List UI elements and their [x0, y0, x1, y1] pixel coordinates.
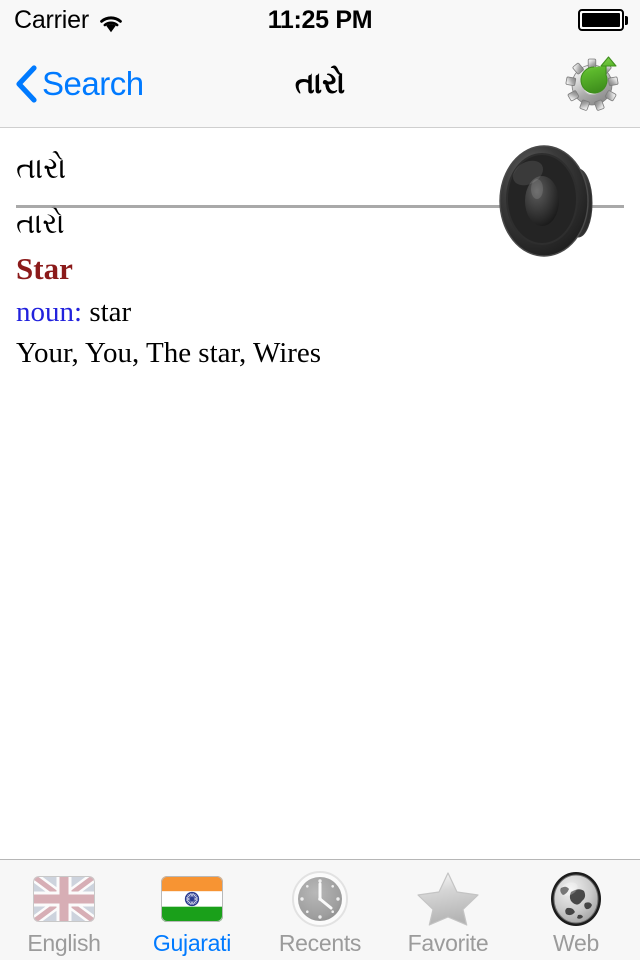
entry-gloss: star — [89, 296, 132, 329]
globe-icon — [543, 870, 609, 928]
tab-web-label: Web — [553, 929, 599, 956]
tab-english[interactable]: English — [0, 860, 128, 960]
tab-recents[interactable]: Recents — [256, 860, 384, 960]
clock-icon — [287, 870, 353, 928]
definition-content: તારો તારો Star noun: star Your, You, The… — [0, 129, 640, 859]
entry-part-of-speech-line: noun: star — [16, 293, 624, 332]
tab-favorite-label: Favorite — [407, 929, 489, 956]
speaker-icon[interactable] — [492, 141, 602, 261]
navigation-bar: Search તારો — [0, 40, 640, 128]
tab-web[interactable]: Web — [512, 860, 640, 960]
tab-bar: English Gujarati Recents Favorite Web — [0, 859, 640, 960]
tab-gujarati-label: Gujarati — [152, 929, 232, 956]
star-icon — [415, 870, 481, 928]
uk-flag-icon — [31, 870, 97, 928]
tab-english-label: English — [27, 929, 101, 956]
entry-senses: Your, You, The star, Wires — [16, 337, 322, 370]
battery-full-icon — [577, 9, 628, 31]
tab-recents-label: Recents — [278, 929, 362, 956]
gear-refresh-icon[interactable] — [562, 51, 628, 117]
tab-favorite[interactable]: Favorite — [384, 860, 512, 960]
status-bar: Carrier 11:25 PM — [0, 0, 640, 40]
page-title: તારો — [294, 67, 346, 100]
app-screen: Carrier 11:25 PM Search તારો તારો તારો S… — [0, 0, 640, 960]
india-flag-icon — [159, 870, 225, 928]
tab-gujarati[interactable]: Gujarati — [128, 860, 256, 960]
pos-separator: : — [74, 296, 90, 329]
part-of-speech: noun — [16, 296, 74, 329]
status-bar-time: 11:25 PM — [267, 5, 373, 34]
